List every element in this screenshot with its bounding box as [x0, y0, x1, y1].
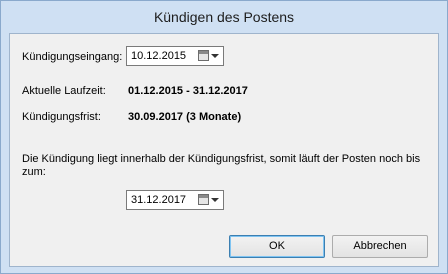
laufzeit-label: Aktuelle Laufzeit: — [22, 85, 106, 97]
end-date-picker[interactable]: 31.12.2017 — [126, 190, 224, 210]
calendar-icon[interactable] — [198, 50, 209, 61]
eingang-date-picker[interactable]: 10.12.2015 — [126, 46, 224, 66]
ok-button[interactable]: OK — [229, 235, 325, 258]
window-title: Kündigen des Postens — [153, 9, 295, 25]
chevron-down-icon[interactable] — [211, 54, 219, 58]
frist-value: 30.09.2017 (3 Monate) — [128, 111, 242, 123]
calendar-icon[interactable] — [198, 194, 209, 205]
eingang-label: Kündigungseingang: — [22, 51, 123, 63]
chevron-down-icon[interactable] — [211, 198, 219, 202]
eingang-date-value: 10.12.2015 — [131, 50, 187, 62]
laufzeit-value: 01.12.2015 - 31.12.2017 — [128, 85, 248, 97]
dialog-body: Kündigungseingang: 10.12.2015 Aktuelle L… — [9, 33, 439, 267]
end-date-value: 31.12.2017 — [131, 194, 187, 206]
message-line-1: Die Kündigung liegt innerhalb der Kündig… — [22, 153, 421, 165]
frist-label: Kündigungsfrist: — [22, 111, 101, 123]
dialog-window: Kündigen des Postens Kündigungseingang: … — [0, 0, 448, 274]
message-line-2: zum: — [22, 166, 46, 178]
cancel-button[interactable]: Abbrechen — [332, 235, 428, 258]
